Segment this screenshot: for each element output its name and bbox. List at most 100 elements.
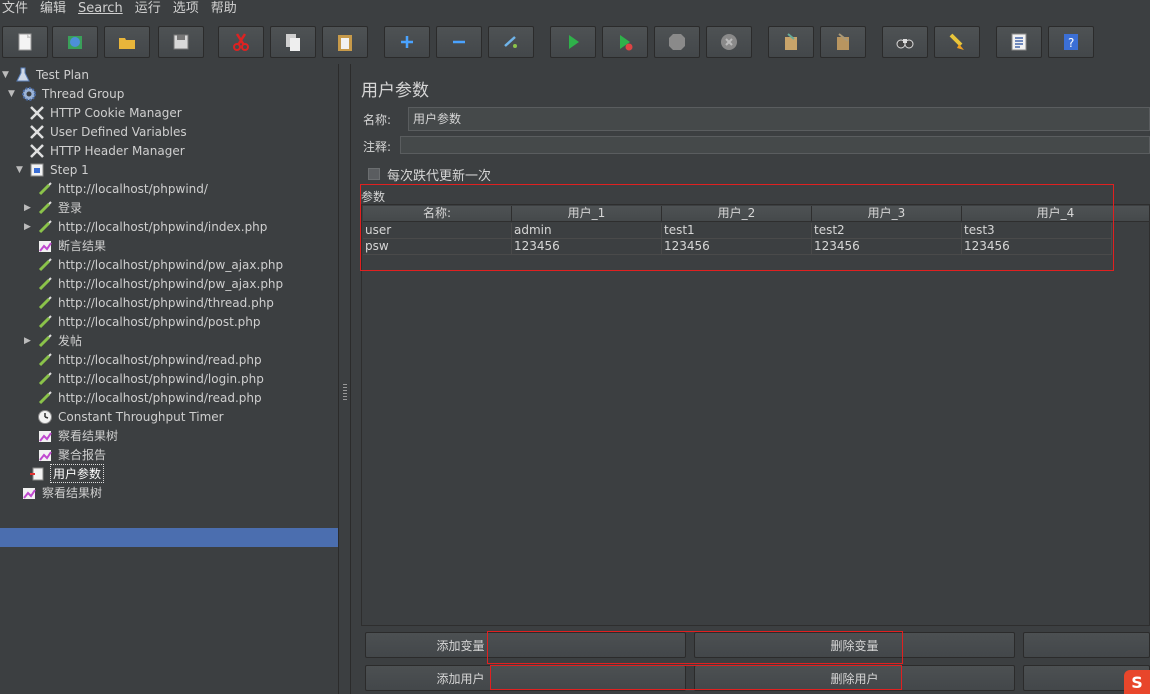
delete-user-button[interactable]: 删除用户 — [694, 665, 1015, 691]
tools-icon — [28, 105, 46, 121]
expand-arrow-icon[interactable]: ▼ — [8, 89, 18, 99]
start-button[interactable] — [550, 26, 596, 58]
tree-node-sampler[interactable]: http://localhost/phpwind/ — [36, 179, 208, 198]
stop-button[interactable] — [654, 26, 700, 58]
expand-button[interactable] — [384, 26, 430, 58]
tree-node-view-results-tree[interactable]: 察看结果树 — [36, 426, 118, 445]
gear-icon — [20, 86, 38, 102]
tree-node-sampler[interactable]: http://localhost/phpwind/post.php — [36, 312, 261, 331]
add-user-button[interactable]: 添加用户 — [365, 665, 686, 691]
table-cell[interactable]: 123456 — [512, 239, 662, 255]
comment-field[interactable] — [400, 136, 1150, 154]
tree-node-label: Thread Group — [42, 86, 125, 101]
new-button[interactable] — [2, 26, 48, 58]
tree-node-sampler[interactable]: http://localhost/phpwind/login.php — [36, 369, 264, 388]
reset-search-icon — [949, 33, 964, 50]
table-cell[interactable]: 123456 — [662, 239, 812, 255]
start-icon — [569, 35, 579, 49]
menu-bar: 文件 编辑 Search 运行 选项 帮助 — [0, 0, 1150, 18]
search-button[interactable] — [882, 26, 928, 58]
tools-icon — [28, 143, 46, 159]
help-button[interactable]: ? — [1048, 26, 1094, 58]
reset-search-button[interactable] — [934, 26, 980, 58]
table-cell[interactable]: test2 — [812, 223, 962, 239]
tree-node-user-defined-variables[interactable]: User Defined Variables — [28, 122, 187, 141]
extra-button[interactable] — [1023, 632, 1150, 658]
expand-arrow-icon[interactable]: ▶ — [24, 222, 34, 232]
table-cell[interactable]: user — [363, 223, 512, 239]
tree-node-view-results-tree[interactable]: 察看结果树 — [20, 483, 102, 502]
tree-node-sampler[interactable]: http://localhost/phpwind/pw_ajax.php — [36, 274, 283, 293]
expand-arrow-icon[interactable]: ▼ — [16, 165, 26, 175]
tree-node-sampler[interactable]: http://localhost/phpwind/thread.php — [36, 293, 274, 312]
tree-node-throughput-timer[interactable]: Constant Throughput Timer — [36, 407, 224, 426]
menu-help[interactable]: 帮助 — [209, 0, 243, 18]
clear-all-button[interactable] — [820, 26, 866, 58]
tree-node-header-manager[interactable]: HTTP Header Manager — [28, 141, 185, 160]
column-header-user-3[interactable]: 用户_3 — [812, 206, 962, 222]
tree-node-index[interactable]: ▶ http://localhost/phpwind/index.php — [24, 217, 267, 236]
column-header-user-1[interactable]: 用户_1 — [512, 206, 662, 222]
tree-node-label: 断言结果 — [58, 239, 107, 253]
tree-node-label: http://localhost/phpwind/pw_ajax.php — [58, 257, 284, 272]
start-no-pause-icon — [620, 35, 633, 51]
tree-node-label: Test Plan — [36, 67, 89, 82]
sampler-icon — [36, 333, 54, 349]
delete-variable-button[interactable]: 删除变量 — [694, 632, 1015, 658]
pane-splitter[interactable] — [339, 64, 351, 694]
menu-run[interactable]: 运行 — [133, 0, 167, 18]
column-header-name[interactable]: 名称: — [363, 206, 512, 222]
menu-search[interactable]: Search — [76, 0, 129, 18]
table-cell[interactable]: psw — [363, 239, 512, 255]
copy-button[interactable] — [270, 26, 316, 58]
cut-icon — [233, 33, 249, 51]
toggle-button[interactable] — [488, 26, 534, 58]
listener-icon — [36, 447, 54, 463]
tree-node-sampler[interactable]: http://localhost/phpwind/read.php — [36, 350, 262, 369]
tree-node-label: http://localhost/phpwind/index.php — [58, 219, 268, 234]
menu-file[interactable]: 文件 — [0, 0, 34, 18]
tree-node-label: http://localhost/phpwind/post.php — [58, 314, 261, 329]
expand-arrow-icon[interactable]: ▼ — [2, 70, 12, 80]
tree-node-post[interactable]: ▶ 发帖 — [24, 331, 82, 350]
tree-node-aggregate-report[interactable]: 聚合报告 — [36, 445, 106, 464]
tree-node-thread-group[interactable]: ▼ Thread Group — [8, 84, 124, 103]
comment-label: 注释: — [363, 140, 392, 154]
tree-node-cookie-manager[interactable]: HTTP Cookie Manager — [28, 103, 182, 122]
tree-node-sampler[interactable]: http://localhost/phpwind/read.php — [36, 388, 262, 407]
cut-button[interactable] — [218, 26, 264, 58]
expand-arrow-icon[interactable]: ▶ — [24, 203, 34, 213]
tree-node-test-plan[interactable]: ▼ Test Plan — [2, 65, 89, 84]
shutdown-button[interactable] — [706, 26, 752, 58]
open-button[interactable] — [104, 26, 150, 58]
paste-button[interactable] — [322, 26, 368, 58]
menu-options[interactable]: 选项 — [171, 0, 205, 18]
column-header-user-2[interactable]: 用户_2 — [662, 206, 812, 222]
function-helper-icon — [1011, 33, 1027, 51]
templates-button[interactable] — [52, 26, 98, 58]
toggle-icon — [504, 36, 517, 48]
table-cell[interactable]: admin — [512, 223, 662, 239]
column-header-user-4[interactable]: 用户_4 — [962, 206, 1150, 222]
update-each-iteration-checkbox[interactable] — [368, 168, 380, 180]
tree-node-sampler[interactable]: http://localhost/phpwind/pw_ajax.php — [36, 255, 283, 274]
name-field[interactable]: 用户参数 — [408, 107, 1150, 131]
table-cell[interactable]: 123456 — [962, 239, 1112, 255]
tree-node-assertion-results[interactable]: 断言结果 — [36, 236, 106, 255]
expand-arrow-icon[interactable]: ▶ — [24, 336, 34, 346]
menu-edit[interactable]: 编辑 — [38, 0, 72, 18]
table-cell[interactable]: test1 — [662, 223, 812, 239]
function-helper-button[interactable] — [996, 26, 1042, 58]
table-cell[interactable]: test3 — [962, 223, 1112, 239]
tree-node-user-parameters[interactable]: 用户参数 — [28, 464, 105, 483]
start-no-pause-button[interactable] — [602, 26, 648, 58]
save-button[interactable] — [158, 26, 204, 58]
splitter-grip-icon[interactable] — [343, 384, 347, 402]
add-variable-button[interactable]: 添加变量 — [365, 632, 686, 658]
sampler-icon — [36, 200, 54, 216]
collapse-button[interactable] — [436, 26, 482, 58]
clear-button[interactable] — [768, 26, 814, 58]
tree-node-step-1[interactable]: ▼ Step 1 — [16, 160, 89, 179]
table-cell[interactable]: 123456 — [812, 239, 962, 255]
tree-node-login[interactable]: ▶ 登录 — [24, 198, 82, 217]
